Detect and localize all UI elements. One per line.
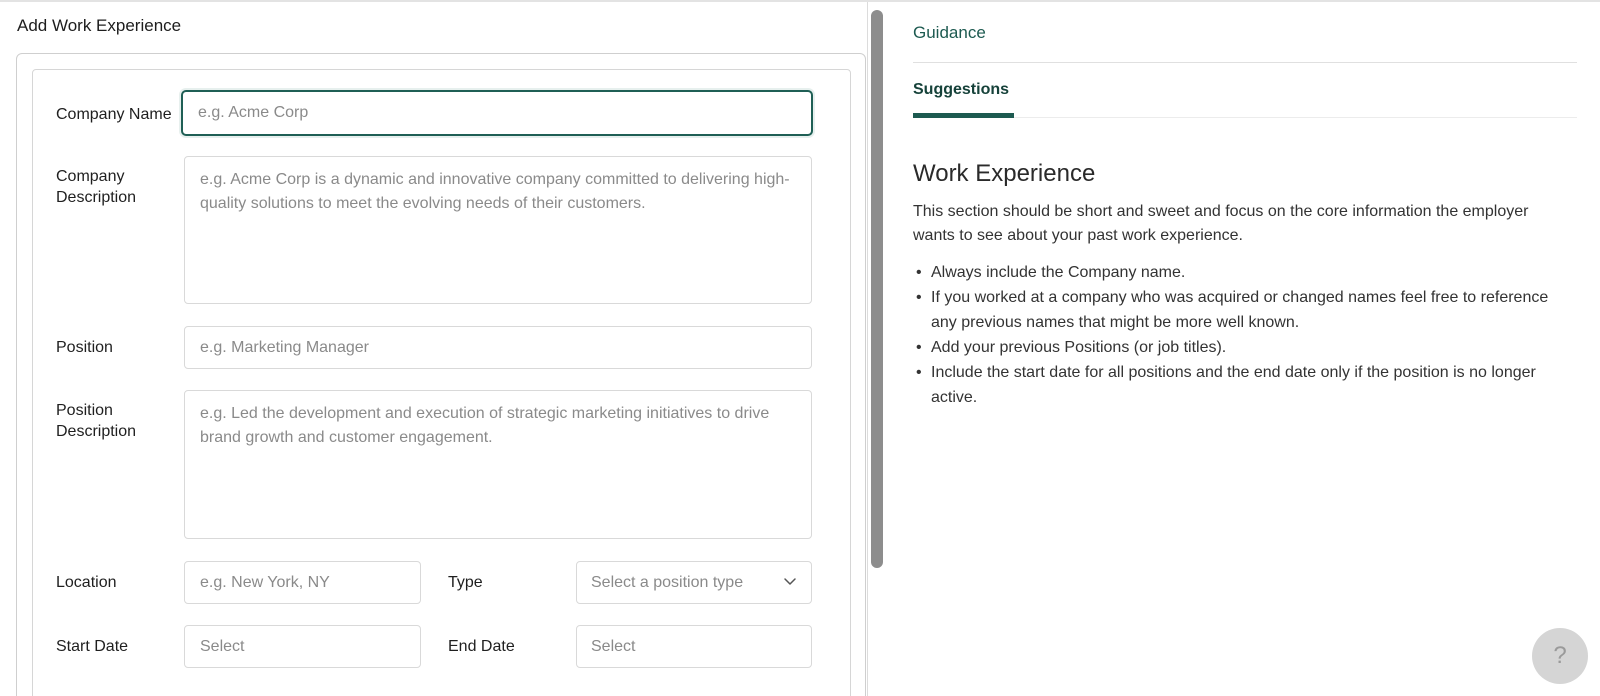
guidance-tip: Include the start date for all positions… [913,360,1563,410]
position-input[interactable]: e.g. Marketing Manager [184,326,812,369]
position-description-placeholder: e.g. Led the development and execution o… [200,405,770,446]
company-description-label: Company Description [56,168,137,206]
end-date-picker[interactable]: Select [576,625,812,668]
guidance-tip: If you worked at a company who was acqui… [913,285,1563,335]
tab-guidance[interactable]: Guidance [913,23,986,43]
company-name-input[interactable]: e.g. Acme Corp [181,90,813,136]
form-card: Company Name e.g. Acme Corp Company Desc… [16,53,866,696]
company-name-label: Company Name [56,106,172,123]
form-scrollbar[interactable] [871,10,883,568]
type-label: Type [448,574,483,591]
position-description-label: Position Description [56,402,137,440]
guidance-divider [913,62,1577,63]
start-date-placeholder: Select [200,637,245,655]
active-tab-indicator [913,113,1014,118]
guidance-panel: Guidance Suggestions Work Experience Thi… [884,2,1600,696]
work-experience-entry: Company Name e.g. Acme Corp Company Desc… [32,69,851,696]
location-input[interactable]: e.g. New York, NY [184,561,421,604]
position-description-textarea[interactable]: e.g. Led the development and execution o… [184,390,812,539]
guidance-section-description: This section should be short and sweet a… [913,203,1529,244]
guidance-tips-list: Always include the Company name. If you … [913,260,1563,410]
tab-suggestions[interactable]: Suggestions [913,81,1009,99]
guidance-tip: Always include the Company name. [913,260,1563,285]
position-type-select[interactable]: Select a position type [576,561,812,604]
position-label: Position [56,339,113,356]
end-date-placeholder: Select [591,637,636,655]
guidance-section-title: Work Experience [913,160,1096,187]
location-placeholder: e.g. New York, NY [200,573,330,591]
tabs-divider [1014,117,1577,118]
company-description-textarea[interactable]: e.g. Acme Corp is a dynamic and innovati… [184,156,812,304]
start-date-label: Start Date [56,638,129,655]
location-label: Location [56,574,117,591]
form-panel: Add Work Experience Company Name e.g. Ac… [0,2,868,696]
end-date-label: End Date [448,638,515,655]
start-date-picker[interactable]: Select [184,625,421,668]
company-description-placeholder: e.g. Acme Corp is a dynamic and innovati… [200,171,790,212]
company-name-placeholder: e.g. Acme Corp [198,104,309,121]
position-type-placeholder: Select a position type [591,573,744,591]
help-button[interactable]: ? [1532,628,1588,684]
position-placeholder: e.g. Marketing Manager [200,338,369,356]
page-title: Add Work Experience [17,16,182,35]
guidance-tip: Add your previous Positions (or job titl… [913,335,1563,360]
chevron-down-icon [784,578,796,585]
